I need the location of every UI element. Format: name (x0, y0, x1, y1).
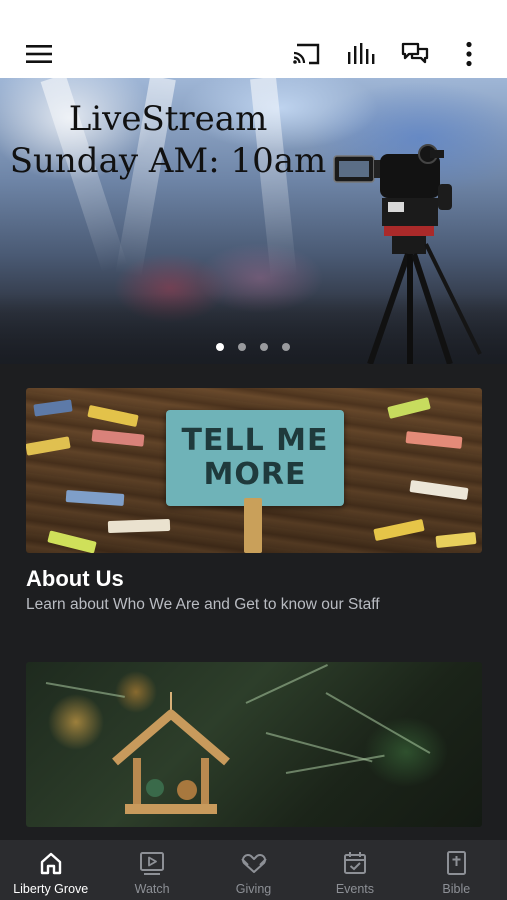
clothespin-decor (91, 429, 145, 447)
carousel-dot[interactable] (282, 343, 290, 351)
hero-title-line1: LiveStream (68, 99, 268, 139)
top-toolbar (0, 30, 507, 78)
tell-me-more-sign: TELL ME MORE (166, 410, 344, 506)
birdhouse-pine-image (26, 662, 482, 827)
sign-text-line1: TELL ME (181, 423, 329, 458)
wooden-birdhouse (112, 692, 230, 814)
status-bar (0, 0, 507, 30)
clothespin-decor (87, 404, 139, 428)
clothespin-decor (65, 489, 125, 507)
tab-label: Events (335, 882, 375, 896)
calendar-check-icon (343, 852, 366, 874)
video-camera-tripod-image (333, 144, 482, 364)
tab-liberty-grove[interactable]: Liberty Grove (0, 840, 101, 900)
chat-bubbles-icon (401, 42, 429, 64)
hero-title: LiveStream Sunday AM: 10am (8, 98, 328, 182)
tab-watch[interactable]: Watch (101, 840, 202, 900)
clothespin-decor (405, 431, 463, 449)
carousel-dot[interactable] (216, 343, 224, 351)
tab-label: Watch (134, 882, 170, 896)
chat-button[interactable] (398, 38, 432, 70)
card-title: About Us (26, 566, 124, 591)
menu-button[interactable] (22, 38, 56, 70)
bible-icon (447, 851, 467, 875)
more-vertical-icon (466, 41, 472, 67)
hero-carousel[interactable]: LiveStream Sunday AM: 10am (0, 78, 507, 364)
clothespin-decor (26, 436, 71, 456)
tab-bible[interactable]: Bible (406, 840, 507, 900)
clothespin-holder (244, 498, 262, 553)
tab-label: Bible (442, 882, 471, 896)
pine-needle-decor (245, 664, 328, 704)
clothespin-decor (387, 397, 431, 419)
tab-label: Liberty Grove (13, 882, 89, 896)
tab-label: Giving (235, 882, 272, 896)
cast-icon (293, 43, 320, 65)
about-us-card[interactable]: TELL ME MORE About Us Learn about Who We… (26, 388, 482, 616)
clothespin-decor (33, 399, 73, 417)
tab-giving[interactable]: Giving (203, 840, 304, 900)
carousel-dot[interactable] (238, 343, 246, 351)
sign-text-line2: MORE (203, 457, 307, 492)
tab-events[interactable]: Events (304, 840, 405, 900)
clothespin-decor (107, 518, 171, 534)
pine-needle-decor (285, 754, 385, 774)
home-icon (40, 852, 61, 875)
pine-needle-decor (325, 692, 431, 754)
audio-button[interactable] (344, 38, 378, 70)
birdhouse-card[interactable] (26, 662, 482, 840)
clothespin-decor (409, 480, 469, 500)
carousel-indicators (216, 343, 290, 351)
carousel-dot[interactable] (260, 343, 268, 351)
pine-needle-decor (265, 732, 373, 763)
clothespin-decor (435, 531, 477, 549)
audio-bars-icon (348, 43, 375, 64)
tell-me-more-image: TELL ME MORE (26, 388, 482, 553)
clothespin-decor (373, 518, 425, 542)
bottom-tab-bar: Liberty Grove Watch Giving Events Bible (0, 840, 507, 900)
menu-icon (26, 45, 52, 63)
clothespin-decor (47, 530, 97, 553)
card-subtitle: Learn about Who We Are and Get to know o… (26, 596, 380, 613)
hero-title-line2: Sunday AM: 10am (9, 141, 327, 181)
play-video-icon (140, 852, 165, 875)
more-options-button[interactable] (452, 38, 486, 70)
cast-button[interactable] (290, 38, 324, 70)
giving-heart-icon (240, 854, 267, 873)
